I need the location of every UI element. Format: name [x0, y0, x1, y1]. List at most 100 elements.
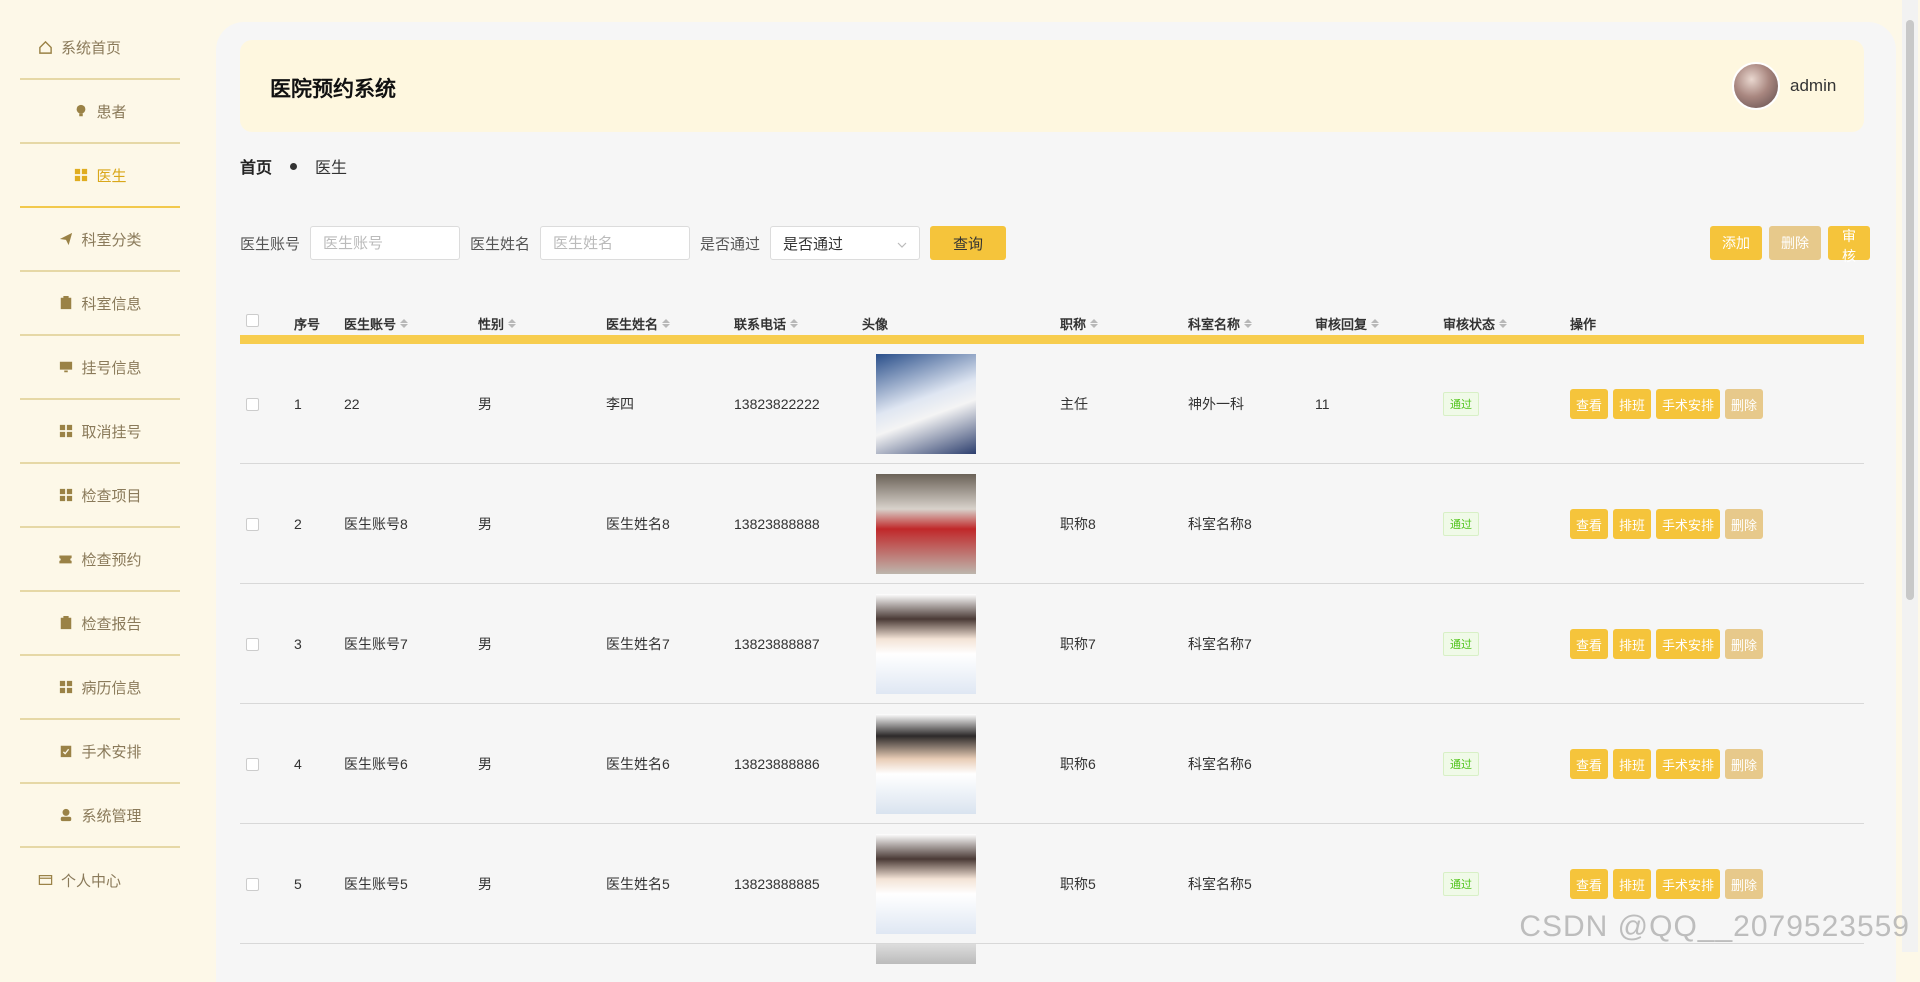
delete-button[interactable]: 删除 — [1725, 869, 1763, 899]
cell-account: 医生账号6 — [344, 704, 408, 824]
audit-button[interactable]: 审核 — [1828, 226, 1870, 260]
breadcrumb: 首页 医生 — [240, 154, 347, 178]
row-checkbox[interactable] — [246, 878, 259, 891]
cell-account: 医生账号5 — [344, 824, 408, 944]
sidebar-item-personal-center[interactable]: 个人中心 — [20, 848, 180, 912]
col-reply[interactable]: 审核回复 — [1315, 314, 1379, 333]
table-row[interactable]: 4医生账号6男医生姓名613823888886职称6科室名称6通过 查看 排班 … — [240, 704, 1864, 824]
cell-gender: 男 — [478, 344, 492, 464]
surgery-button[interactable]: 手术安排 — [1656, 749, 1720, 779]
cell-account: 22 — [344, 344, 360, 464]
schedule-button[interactable]: 排班 — [1613, 389, 1651, 419]
col-account[interactable]: 医生账号 — [344, 314, 408, 333]
schedule-button[interactable]: 排班 — [1613, 869, 1651, 899]
row-checkbox[interactable] — [246, 398, 259, 411]
scrollbar-thumb[interactable] — [1906, 20, 1914, 600]
sort-icon[interactable] — [1499, 319, 1507, 328]
sort-icon[interactable] — [400, 319, 408, 328]
cell-reply: 11 — [1315, 344, 1330, 464]
surgery-button[interactable]: 手术安排 — [1656, 509, 1720, 539]
sort-icon[interactable] — [662, 319, 670, 328]
ticket-icon — [58, 552, 73, 567]
sidebar-item-cancel-registration[interactable]: 取消挂号 — [20, 400, 180, 464]
view-button[interactable]: 查看 — [1570, 869, 1608, 899]
account-search-input[interactable] — [310, 226, 460, 260]
grid-icon — [58, 424, 73, 439]
sidebar-item-exam-booking[interactable]: 检查预约 — [20, 528, 180, 592]
schedule-button[interactable]: 排班 — [1613, 749, 1651, 779]
col-gender[interactable]: 性别 — [478, 314, 516, 333]
sort-icon[interactable] — [790, 319, 798, 328]
row-checkbox[interactable] — [246, 518, 259, 531]
sidebar-item-patients[interactable]: 患者 — [20, 80, 180, 144]
col-name[interactable]: 医生姓名 — [606, 314, 670, 333]
sidebar-item-medical-records[interactable]: 病历信息 — [20, 656, 180, 720]
clipboard-check-icon — [58, 744, 73, 759]
table-row[interactable]: 2医生账号8男医生姓名813823888888职称8科室名称8通过 查看 排班 … — [240, 464, 1864, 584]
sort-icon[interactable] — [1244, 319, 1252, 328]
cell-phone: 13823888887 — [734, 584, 820, 704]
row-checkbox[interactable] — [246, 758, 259, 771]
status-badge: 通过 — [1443, 872, 1479, 896]
query-button[interactable]: 查询 — [930, 226, 1006, 260]
cell-phone: 13823888886 — [734, 704, 820, 824]
batch-delete-button[interactable]: 删除 — [1769, 226, 1821, 260]
sidebar-item-surgery[interactable]: 手术安排 — [20, 720, 180, 784]
col-avatar: 头像 — [862, 314, 888, 333]
table-row[interactable]: 122男李四13823822222主任神外一科11通过 查看 排班 手术安排 删… — [240, 344, 1864, 464]
col-dept[interactable]: 科室名称 — [1188, 314, 1252, 333]
sort-icon[interactable] — [1371, 319, 1379, 328]
col-status[interactable]: 审核状态 — [1443, 314, 1507, 333]
cell-gender: 男 — [478, 704, 492, 824]
sidebar-item-exam-items[interactable]: 检查项目 — [20, 464, 180, 528]
select-placeholder: 是否通过 — [783, 233, 843, 254]
view-button[interactable]: 查看 — [1570, 749, 1608, 779]
name-search-input[interactable] — [540, 226, 690, 260]
sidebar-item-dept-info[interactable]: 科室信息 — [20, 272, 180, 336]
select-all-checkbox[interactable] — [246, 314, 259, 327]
sidebar-item-label: 检查预约 — [81, 549, 141, 570]
sidebar-item-doctors[interactable]: 医生 — [20, 144, 180, 208]
delete-button[interactable]: 删除 — [1725, 389, 1763, 419]
username[interactable]: admin — [1790, 76, 1836, 96]
view-button[interactable]: 查看 — [1570, 509, 1608, 539]
col-title[interactable]: 职称 — [1060, 314, 1098, 333]
table-row-partial — [240, 944, 1864, 974]
cell-dept: 科室名称6 — [1188, 704, 1252, 824]
view-button[interactable]: 查看 — [1570, 629, 1608, 659]
cell-dept: 科室名称5 — [1188, 824, 1252, 944]
cell-name: 医生姓名6 — [606, 704, 670, 824]
row-actions: 查看 排班 手术安排 删除 — [1570, 749, 1763, 779]
sidebar-item-registration[interactable]: 挂号信息 — [20, 336, 180, 400]
schedule-button[interactable]: 排班 — [1613, 509, 1651, 539]
delete-button[interactable]: 删除 — [1725, 749, 1763, 779]
surgery-button[interactable]: 手术安排 — [1656, 629, 1720, 659]
grid-icon — [58, 488, 73, 503]
view-button[interactable]: 查看 — [1570, 389, 1608, 419]
pass-status-select[interactable]: 是否通过 — [770, 226, 920, 260]
sidebar-item-dept-category[interactable]: 科室分类 — [20, 208, 180, 272]
card-icon — [38, 873, 53, 888]
sort-icon[interactable] — [508, 319, 516, 328]
grid-icon — [58, 680, 73, 695]
sort-icon[interactable] — [1090, 319, 1098, 328]
delete-button[interactable]: 删除 — [1725, 629, 1763, 659]
sidebar-item-label: 挂号信息 — [81, 357, 141, 378]
delete-button[interactable]: 删除 — [1725, 509, 1763, 539]
table-row[interactable]: 3医生账号7男医生姓名713823888887职称7科室名称7通过 查看 排班 … — [240, 584, 1864, 704]
cell-name: 医生姓名5 — [606, 824, 670, 944]
add-button[interactable]: 添加 — [1710, 226, 1762, 260]
breadcrumb-home[interactable]: 首页 — [240, 154, 272, 178]
surgery-button[interactable]: 手术安排 — [1656, 389, 1720, 419]
surgery-button[interactable]: 手术安排 — [1656, 869, 1720, 899]
sidebar-item-home[interactable]: 系统首页 — [20, 16, 180, 80]
avatar[interactable] — [1732, 62, 1780, 110]
col-phone[interactable]: 联系电话 — [734, 314, 798, 333]
sidebar-item-system-admin[interactable]: 系统管理 — [20, 784, 180, 848]
grid-icon — [73, 168, 88, 183]
row-checkbox[interactable] — [246, 638, 259, 651]
sidebar-item-exam-report[interactable]: 检查报告 — [20, 592, 180, 656]
paper-plane-icon — [58, 232, 73, 247]
schedule-button[interactable]: 排班 — [1613, 629, 1651, 659]
scrollbar[interactable] — [1902, 0, 1918, 952]
